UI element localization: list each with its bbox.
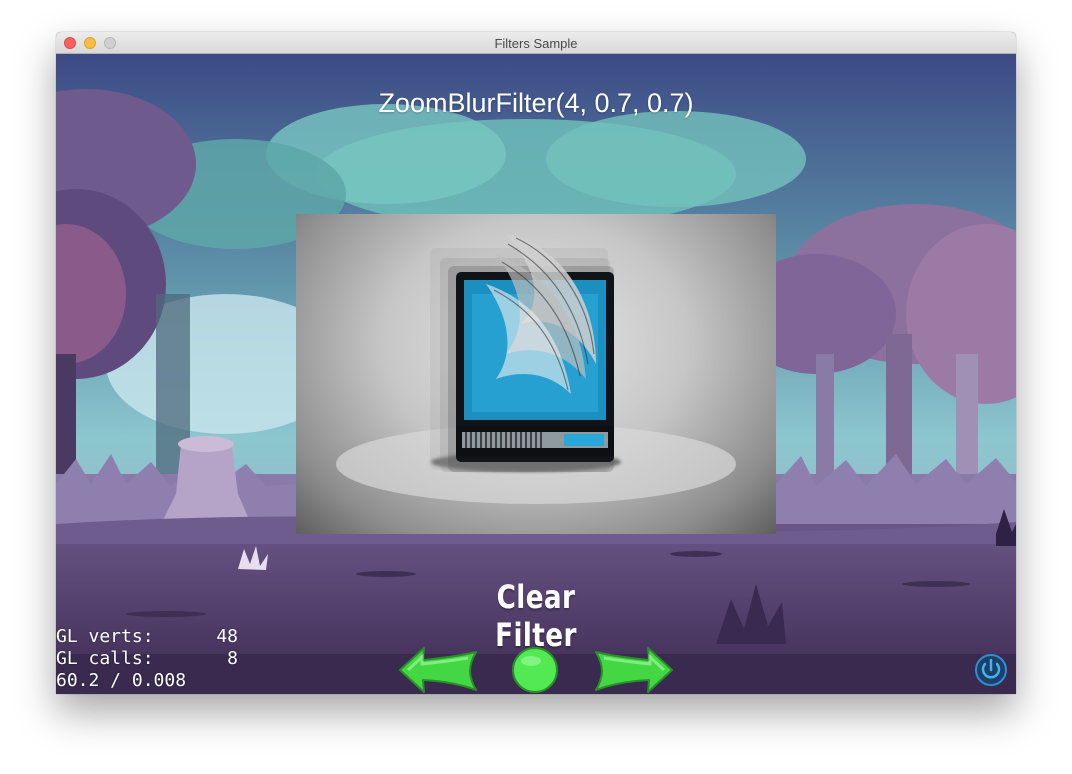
power-icon [975,654,1007,686]
title-bar[interactable]: Filters Sample [56,32,1016,54]
gl-calls-value: 8 [227,648,238,669]
previous-filter-button[interactable] [398,646,478,694]
right-arrow-icon [595,647,673,693]
fps-row: 60.2 / 0.008 [56,670,238,692]
power-button[interactable] [974,652,1008,688]
app-window: Filters Sample ZoomBlurFilter(4, 0.7, 0.… [56,32,1016,694]
toggle-filter-button[interactable] [510,646,560,694]
gl-verts-row: GL verts: 48 [56,626,238,648]
gl-stats: GL verts: 48 GL calls: 8 60.2 / 0.008 [56,626,238,692]
circle-icon [512,647,558,693]
gl-calls-row: GL calls: 8 [56,648,238,670]
gl-verts-label: GL verts: [56,626,154,647]
zoom-blur-icon [336,234,736,504]
filter-title: ZoomBlurFilter(4, 0.7, 0.7) [378,88,694,118]
clear-filter-button[interactable]: Clear Filter [454,578,618,654]
fps-value: 60.2 / 0.008 [56,670,187,691]
window-title: Filters Sample [494,36,578,51]
next-filter-button[interactable] [594,646,674,694]
gl-verts-value: 48 [216,626,238,647]
gl-calls-label: GL calls: [56,648,154,669]
left-arrow-icon [399,647,477,693]
game-canvas[interactable]: ZoomBlurFilter(4, 0.7, 0.7) Clear Filter… [56,54,1016,694]
filtered-image [296,214,776,534]
